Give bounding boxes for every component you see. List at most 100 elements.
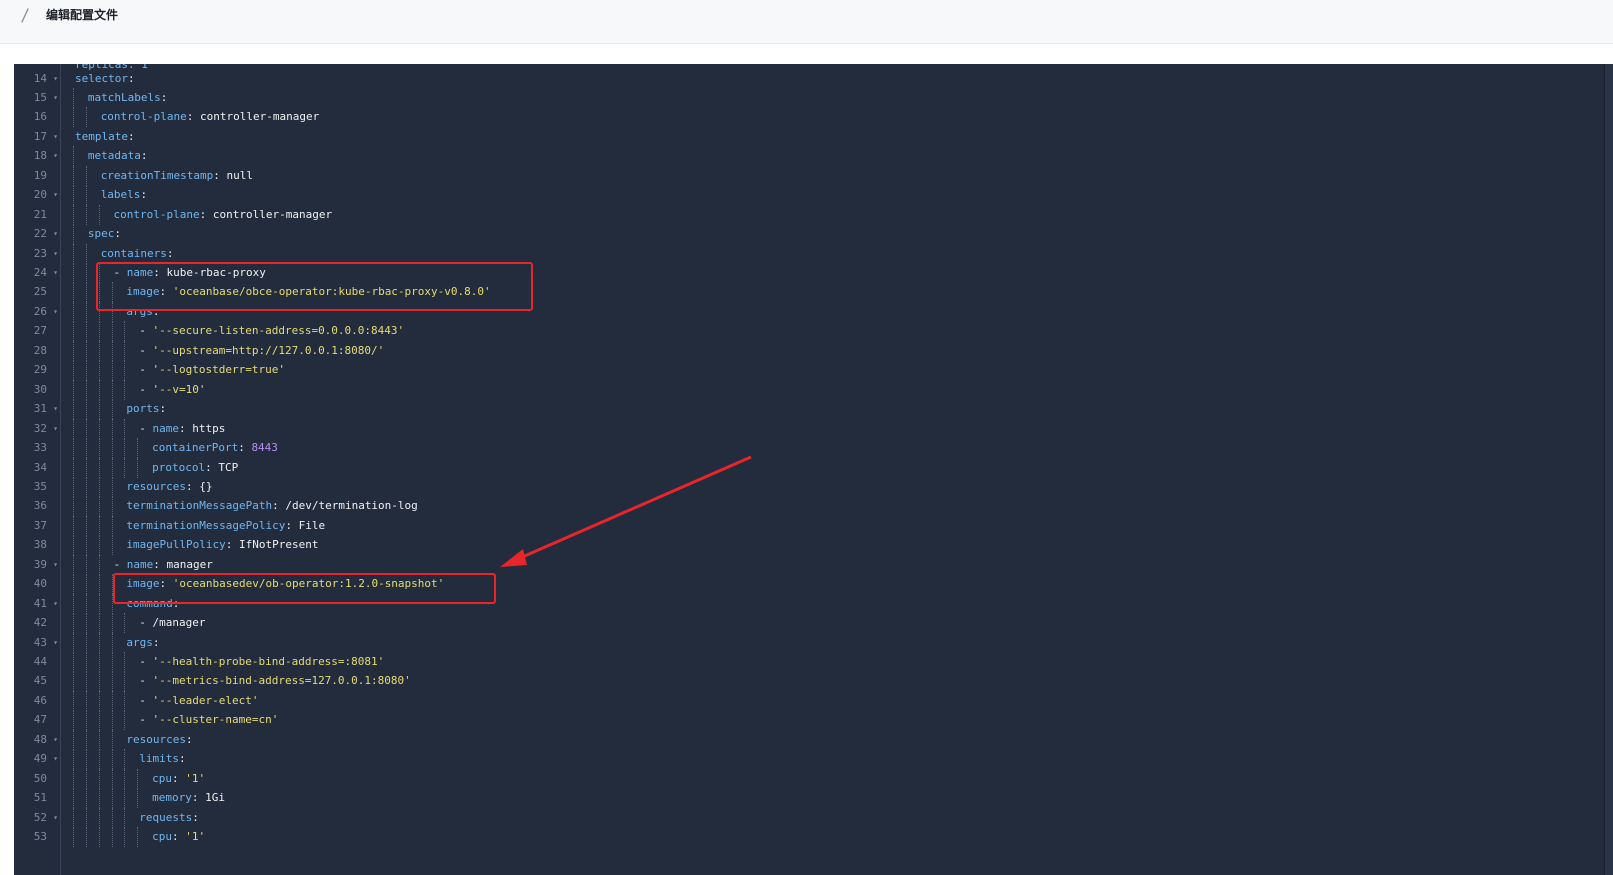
indent-guide: [73, 690, 74, 711]
indent-guide: [111, 360, 113, 381]
yaml-key: template: [75, 129, 128, 143]
indent-guide: [85, 263, 87, 283]
yaml-code-editor[interactable]: 14 ▾ 15 ▾ 16 17 ▾ 18 ▾ 19 20 ▾ 21 22 ▾ 23 ▾ 24 ▾ 25 26 ▾ 27 28 2…: [14, 64, 1613, 875]
yaml-key: selector: [75, 71, 128, 85]
indent-guide: [98, 827, 100, 848]
indent-guide: [124, 768, 126, 789]
indent-guide: [98, 360, 100, 381]
code-line: - '--leader-elect': [14, 690, 1514, 711]
indent-guide: [85, 554, 87, 575]
code-text: resources: {}: [126, 477, 212, 497]
yaml-key: metadata: [87, 149, 141, 163]
code-text: resources:: [126, 730, 192, 750]
code-line: - '--health-probe-bind-address=:8081': [14, 652, 1514, 672]
indent-guide: [98, 574, 100, 595]
indent-guide: [85, 613, 87, 634]
yaml-colon: :: [213, 168, 227, 182]
indent-guide: [73, 107, 74, 128]
indent-guide: [85, 496, 87, 517]
indent-guide: [73, 788, 74, 809]
indent-guide: [85, 749, 87, 770]
yaml-colon: :: [140, 149, 148, 163]
indent-guide: [98, 652, 100, 672]
indent-guide: [73, 87, 74, 108]
code-line: selector:: [14, 69, 1514, 89]
indent-guide: [85, 690, 87, 711]
indent-guide: [85, 476, 87, 497]
yaml-string: '--health-probe-bind-address=:8081': [152, 655, 385, 668]
indent-guide: [124, 438, 126, 459]
yaml-colon: :: [114, 227, 121, 241]
indent-guide: [111, 710, 113, 731]
yaml-key: memory: [152, 791, 192, 805]
indent-guide: [73, 535, 74, 556]
indent-guide: [73, 613, 74, 634]
list-dash: -: [139, 713, 153, 727]
yaml-key: terminationMessagePath: [126, 499, 273, 513]
code-line: matchLabels:: [14, 87, 1514, 108]
yaml-key: control-plane: [100, 110, 187, 124]
code-text: - /manager: [139, 613, 205, 633]
code-text: cpu: '1': [152, 769, 205, 789]
code-text: - '--logtostderr=true': [139, 360, 285, 380]
yaml-key: requests: [139, 810, 193, 824]
indent-guide: [73, 243, 74, 264]
indent-guide: [85, 438, 87, 459]
indent-guide: [85, 535, 87, 556]
code-line: - '--metrics-bind-address=127.0.0.1:8080…: [14, 671, 1514, 692]
indent-guide: [73, 768, 74, 789]
yaml-value: controller-manager: [200, 110, 320, 124]
yaml-key: labels: [100, 188, 141, 202]
indent-guide: [98, 671, 100, 692]
code-line: control-plane: controller-manager: [14, 204, 1514, 225]
editor-scrollbar[interactable]: [1604, 64, 1613, 875]
code-line: terminationMessagePath: /dev/termination…: [14, 496, 1514, 517]
code-text: containers:: [101, 244, 174, 264]
yaml-colon: :: [171, 771, 186, 785]
indent-guide: [85, 379, 87, 400]
indent-guide: [111, 807, 113, 828]
code-text: - '--secure-listen-address=0.0.0.0:8443': [139, 321, 404, 341]
yaml-colon: :: [179, 421, 193, 435]
indent-guide: [111, 827, 113, 848]
indent-guide: [98, 418, 100, 439]
indent-guide: [98, 204, 100, 225]
yaml-colon: :: [171, 830, 186, 844]
indent-guide: [85, 788, 87, 809]
yaml-key: name: [152, 421, 180, 435]
indent-guide: [124, 340, 126, 361]
indent-guide: [85, 807, 87, 828]
code-text: - '--cluster-name=cn': [139, 710, 278, 730]
indent-guide: [73, 379, 74, 400]
code-text: terminationMessagePath: /dev/termination…: [126, 496, 417, 516]
yaml-value: /dev/termination-log: [285, 499, 418, 513]
indent-guide: [85, 574, 87, 595]
code-text: cpu: '1': [152, 827, 205, 847]
yaml-colon: :: [186, 479, 200, 493]
code-text: requests:: [139, 808, 199, 828]
yaml-key: matchLabels: [87, 90, 161, 104]
indent-guide: [85, 827, 87, 848]
yaml-key: cpu: [152, 830, 172, 844]
list-dash: -: [139, 363, 153, 377]
indent-guide: [111, 515, 113, 536]
indent-guide: [111, 418, 113, 439]
indent-guide: [111, 671, 113, 692]
highlight-box-kube-rbac-proxy: [96, 262, 533, 311]
code-text: - '--v=10': [139, 380, 205, 400]
indent-guide: [124, 457, 126, 478]
indent-guide: [85, 301, 87, 322]
indent-guide: [124, 710, 126, 731]
indent-guide: [111, 613, 113, 634]
code-text: control-plane: controller-manager: [101, 107, 320, 127]
yaml-value: controller-manager: [212, 207, 333, 221]
code-text: containerPort: 8443: [152, 438, 278, 458]
yaml-colon: :: [192, 810, 199, 824]
yaml-key: resources: [126, 479, 186, 493]
indent-guide: [98, 807, 100, 828]
code-line: args:: [14, 632, 1514, 653]
code-line: resources: {}: [14, 476, 1514, 497]
code-text: spec:: [88, 224, 121, 244]
yaml-key: ports: [126, 402, 160, 416]
code-text: creationTimestamp: null: [101, 166, 253, 186]
